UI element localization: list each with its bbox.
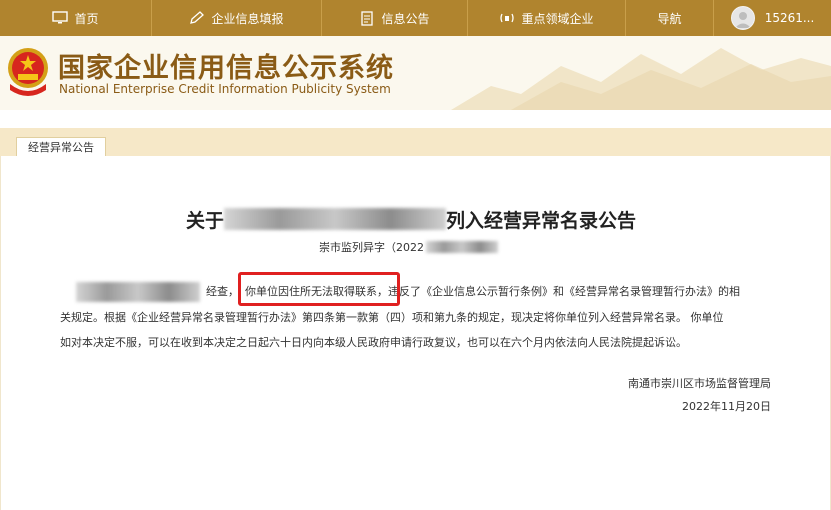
red-highlight-box [238,272,400,306]
notice-body-line-1-a: 经查， [206,285,239,298]
nav-guide-label: 导航 [657,11,682,26]
notice-title: 关于 列入经营异常名录公告 [186,203,636,235]
monitor-icon [52,10,69,26]
nav-enterprise-report-label: 企业信息填报 [211,11,284,26]
nav-key-enterprises[interactable]: 重点领域企业 [468,0,626,36]
user-avatar-icon [730,6,755,30]
notice-body-line-2: 关规定。根据《企业经营异常名录管理暂行办法》第四条第一款第（四）项和第九条的规定… [60,311,724,324]
nav-enterprise-report[interactable]: 企业信息填报 [152,0,322,36]
nav-key-enterprises-label: 重点领域企业 [521,11,594,26]
broadcast-icon [499,10,515,26]
mountain-decoration [451,48,831,110]
nav-user-label: 15261... [764,11,815,25]
redacted-reference-number [426,241,498,253]
notice-body-line-1-c: 违反了《企业信息公示暂行条例》和《经营异常名录管理暂行办法》的相 [388,285,740,298]
top-nav-bar: 首页 企业信息填报 信息公告 重点领域企业 导航 15261... [0,0,831,36]
issue-date: 2022年11月20日 [682,400,771,413]
nav-info-notice[interactable]: 信息公告 [322,0,468,36]
notice-reference-prefix: 崇市监列异字（2022 [319,241,424,254]
nav-home-label: 首页 [74,11,99,26]
nav-user[interactable]: 15261... [714,0,831,36]
nav-info-notice-label: 信息公告 [381,11,430,26]
edit-icon [189,10,205,26]
redacted-company-name [224,208,447,230]
notice-title-suffix: 列入经营异常名录公告 [446,209,637,232]
notice-body-line-1: 经查， 你单位因住所无法取得联系， 违反了《企业信息公示暂行条例》和《经营异常名… [76,282,740,302]
issuing-authority: 南通市崇川区市场监督管理局 [628,377,771,390]
nav-guide[interactable]: 导航 [626,0,714,36]
document-icon [359,10,375,26]
site-header: 国家企业信用信息公示系统 National Enterprise Credit … [0,36,831,110]
notice-reference: 崇市监列异字（2022 [319,238,498,256]
tab-abnormal-operation[interactable]: 经营异常公告 [16,137,106,157]
site-subtitle: National Enterprise Credit Information P… [59,82,391,96]
redacted-addressee [76,282,200,302]
notice-body-line-3: 如对本决定不服，可以在收到本决定之日起六十日内向本级人民政府申请行政复议，也可以… [60,336,687,349]
national-emblem-icon [8,48,48,96]
nav-home[interactable]: 首页 [0,0,152,36]
notice-title-prefix: 关于 [186,209,225,232]
site-title: 国家企业信用信息公示系统 [58,53,394,84]
tab-strip: 经营异常公告 [0,128,831,157]
